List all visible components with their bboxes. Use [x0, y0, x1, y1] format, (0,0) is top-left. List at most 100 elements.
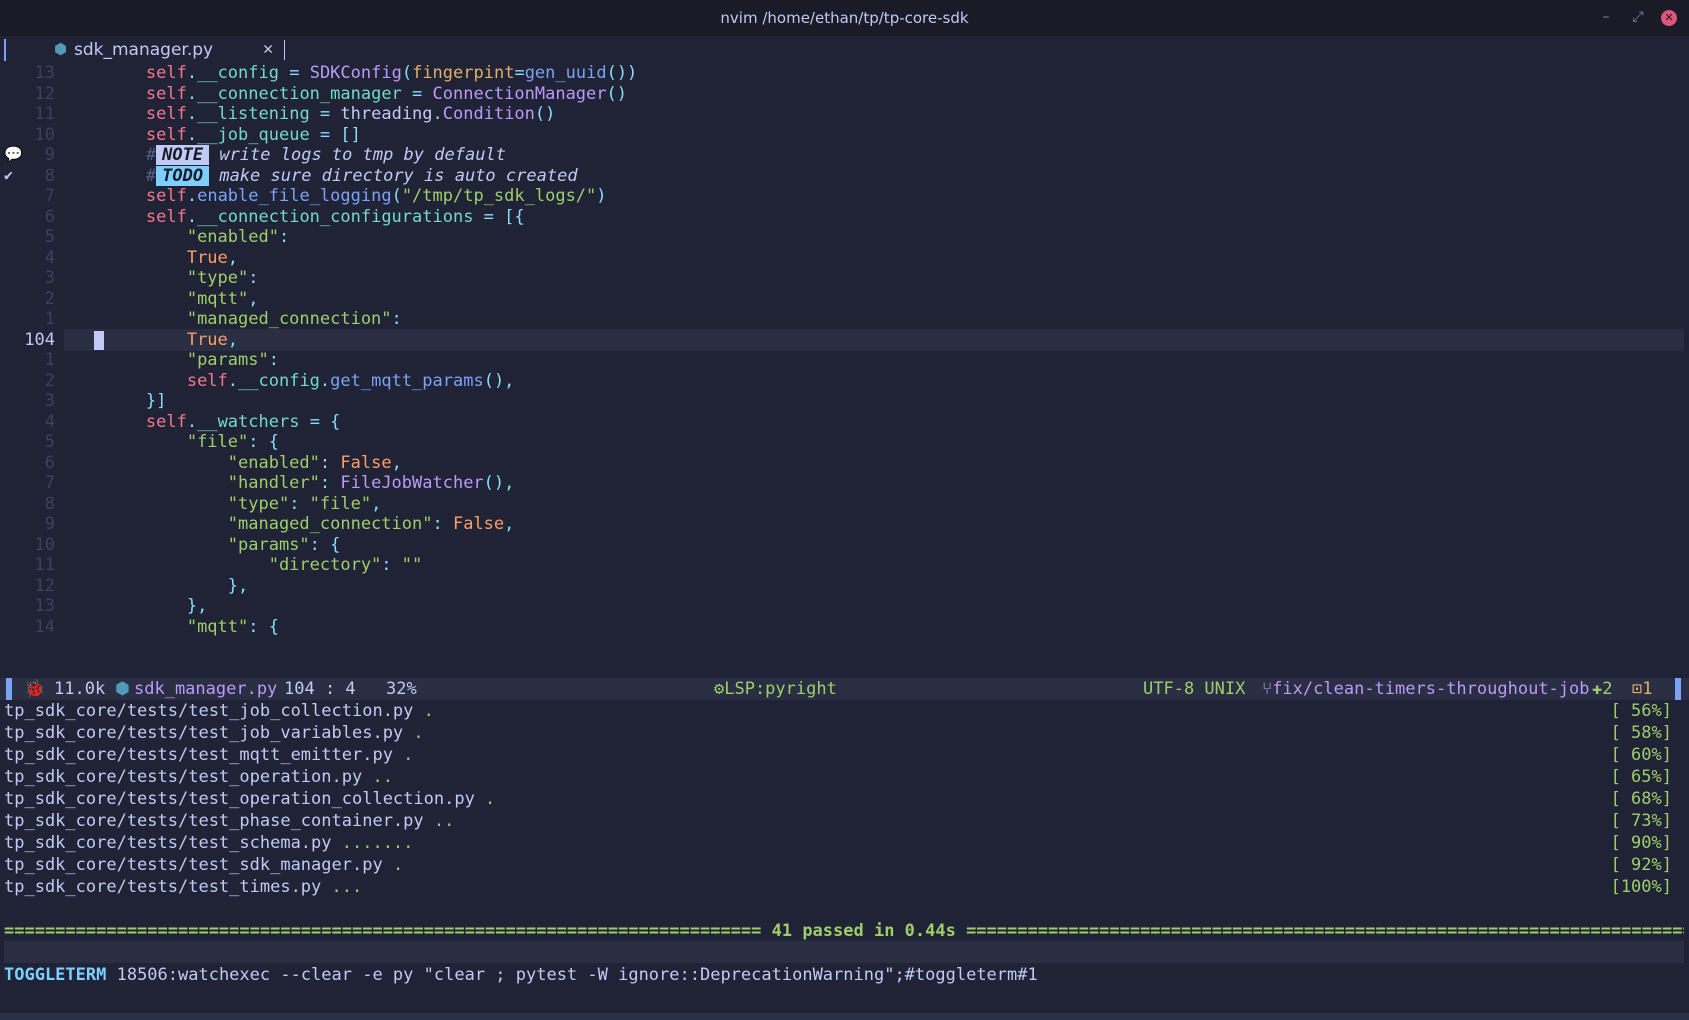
- git-branch: ⑂fix/clean-timers-throughout-job: [1262, 679, 1590, 699]
- terminal-input-line[interactable]: [4, 941, 1684, 963]
- code-line[interactable]: 9 "managed_connection": False,: [0, 513, 1689, 535]
- code-token: ConnectionManager: [432, 83, 607, 104]
- lsp-status: ⚙LSP:pyright: [714, 679, 837, 699]
- code-token: ,: [371, 493, 382, 514]
- current-code-line[interactable]: 104 True,: [0, 328, 1689, 351]
- test-dots: .: [392, 745, 414, 765]
- code-line[interactable]: 11 "directory": "": [0, 554, 1689, 576]
- test-result-row: tp_sdk_core/tests/test_schema.py .......…: [4, 832, 1684, 854]
- code-text: self.__config.get_mqtt_params(),: [64, 370, 515, 392]
- test-path: tp_sdk_core/tests/test_operation_collect…: [4, 789, 475, 809]
- code-token: : {: [248, 432, 279, 452]
- cursor-position: 104 : 4: [284, 679, 356, 699]
- code-token: __config: [238, 370, 320, 391]
- code-token: .: [186, 186, 198, 206]
- line-number: 7: [44, 186, 55, 206]
- code-token: #: [145, 165, 157, 186]
- line-number: 10: [34, 124, 55, 145]
- test-dots: ..: [423, 811, 455, 831]
- line-number: 4: [44, 411, 55, 432]
- code-line[interactable]: 5 "file": {: [0, 431, 1689, 453]
- code-token: #: [145, 145, 157, 165]
- code-editor[interactable]: 13 self.__config = SDKConfig(fingerpint=…: [0, 62, 1689, 678]
- test-path: tp_sdk_core/tests/test_job_collection.py: [4, 701, 414, 721]
- code-text: "mqtt": {: [64, 616, 279, 638]
- code-text: "directory": "": [64, 554, 423, 576]
- test-progress: [ 92%]: [1610, 855, 1672, 875]
- code-token: get_mqtt_params: [330, 370, 484, 391]
- code-token: :: [381, 555, 402, 575]
- code-token: .: [186, 104, 198, 124]
- code-line[interactable]: 4 True,: [0, 247, 1689, 269]
- terminal-panel[interactable]: tp_sdk_core/tests/test_job_collection.py…: [0, 700, 1689, 1020]
- code-token: True: [186, 247, 228, 268]
- code-text: "enabled":: [64, 226, 289, 248]
- code-token: =: [278, 63, 310, 83]
- test-path: tp_sdk_core/tests/test_operation.py: [4, 767, 363, 787]
- close-window-icon[interactable]: ✕: [1661, 10, 1677, 26]
- code-line[interactable]: 💬 9 # NOTE write logs to tmp by default: [0, 144, 1689, 166]
- code-line[interactable]: 13 },: [0, 595, 1689, 617]
- comment-tag-badge: TODO: [156, 165, 210, 186]
- code-token: ,: [504, 514, 515, 534]
- line-number: 9: [44, 514, 55, 534]
- code-token: fingerpint: [412, 63, 515, 83]
- code-line[interactable]: 4 self.__watchers = {: [0, 411, 1689, 433]
- code-token: ,: [227, 329, 239, 350]
- code-line[interactable]: 12 self.__connection_manager = Connectio…: [0, 83, 1689, 105]
- scroll-percent: 32%: [386, 679, 417, 699]
- code-text: # NOTE write logs to tmp by default: [64, 144, 506, 166]
- line-number: 5: [44, 227, 55, 247]
- line-number: 7: [44, 473, 55, 493]
- code-token: "mqtt": [186, 616, 249, 637]
- code-line[interactable]: 1 "managed_connection":: [0, 308, 1689, 330]
- line-number: 1: [44, 350, 55, 370]
- code-line[interactable]: 2 "mqtt",: [0, 288, 1689, 310]
- tab-close-icon[interactable]: ✕: [263, 39, 273, 59]
- code-token: :: [289, 493, 310, 514]
- code-token: :: [391, 309, 402, 329]
- code-line[interactable]: 14 "mqtt": {: [0, 616, 1689, 638]
- tab-sdk-manager[interactable]: ⬢ sdk_manager.py ✕: [50, 36, 282, 64]
- code-line[interactable]: 8 "type": "file",: [0, 493, 1689, 515]
- line-number: 10: [34, 534, 55, 555]
- code-token: : {: [248, 616, 279, 637]
- code-token: "managed_connection": [227, 514, 433, 534]
- test-result-row: tp_sdk_core/tests/test_times.py ... [100%…: [4, 876, 1684, 898]
- code-line[interactable]: 2 self.__config.get_mqtt_params(),: [0, 370, 1689, 392]
- code-line[interactable]: 7 self.enable_file_logging("/tmp/tp_sdk_…: [0, 185, 1689, 207]
- test-dots: .......: [331, 833, 414, 853]
- test-result-row: tp_sdk_core/tests/test_job_collection.py…: [4, 700, 1684, 722]
- code-line[interactable]: ✔ 8 # TODO make sure directory is auto cre…: [0, 165, 1689, 187]
- code-line[interactable]: 1 "params":: [0, 349, 1689, 371]
- minimize-icon[interactable]: –: [1597, 8, 1615, 26]
- git-diff-changed: ⊡1: [1632, 679, 1653, 699]
- tabline: ⬢ sdk_manager.py ✕: [0, 36, 1689, 64]
- code-line[interactable]: 6 self.__connection_configurations = [{: [0, 206, 1689, 228]
- code-line[interactable]: 6 "enabled": False,: [0, 452, 1689, 474]
- line-number: 6: [44, 452, 55, 473]
- code-line[interactable]: 12 },: [0, 575, 1689, 597]
- code-token: :: [432, 514, 453, 534]
- code-token: False: [452, 514, 505, 534]
- code-token: .: [186, 83, 198, 104]
- maximize-icon[interactable]: ⤢: [1629, 8, 1647, 26]
- line-number: 14: [34, 616, 55, 637]
- code-line[interactable]: 11 self.__listening = threading.Conditio…: [0, 103, 1689, 125]
- code-line[interactable]: 13 self.__config = SDKConfig(fingerpint=…: [0, 62, 1689, 84]
- code-line[interactable]: 5 "enabled":: [0, 226, 1689, 248]
- code-line[interactable]: 10 "params": {: [0, 534, 1689, 556]
- code-token: enable_file_logging: [197, 186, 392, 206]
- code-token: self: [145, 63, 187, 83]
- code-line[interactable]: 7 "handler": FileJobWatcher(),: [0, 472, 1689, 494]
- code-text: "enabled": False,: [64, 452, 402, 474]
- code-line[interactable]: 3 }]: [0, 390, 1689, 412]
- test-path: tp_sdk_core/tests/test_times.py: [4, 877, 322, 897]
- line-number: 13: [34, 63, 55, 83]
- code-line[interactable]: 3 "type":: [0, 267, 1689, 289]
- code-line[interactable]: 10 self.__job_queue = []: [0, 124, 1689, 146]
